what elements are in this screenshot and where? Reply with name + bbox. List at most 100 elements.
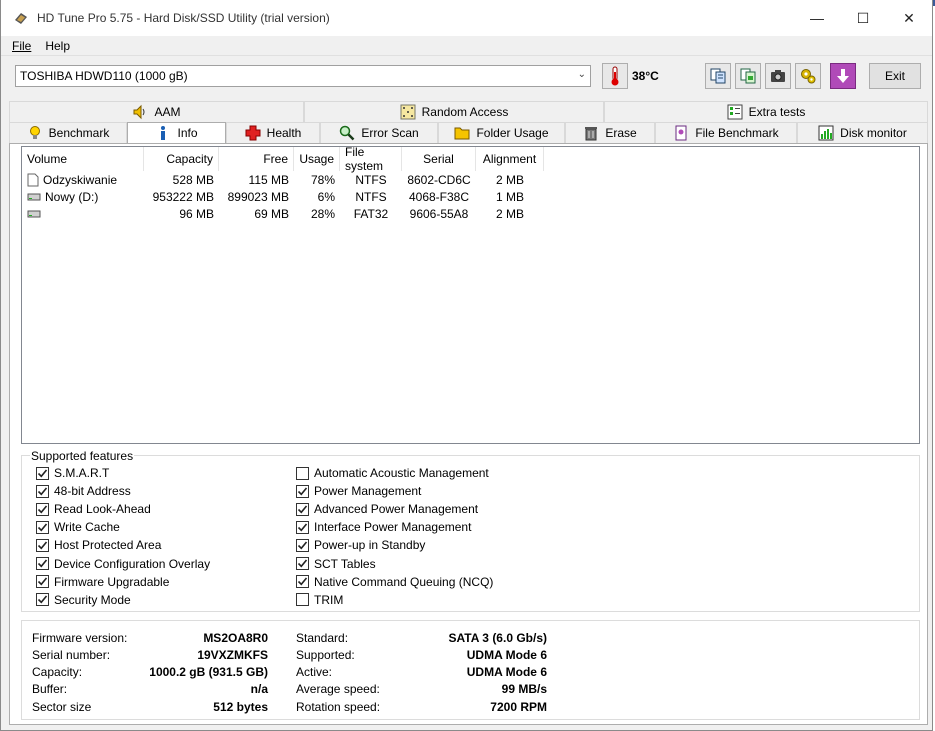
column-header-alignment[interactable]: Alignment: [476, 147, 544, 171]
options-button[interactable]: [795, 63, 821, 89]
info-panel: Volume Capacity Free Usage File system S…: [9, 143, 928, 725]
column-header-serial[interactable]: Serial: [402, 147, 476, 171]
column-header-free[interactable]: Free: [219, 147, 294, 171]
trash-icon: [583, 125, 599, 141]
volume-serial: 9606-55A8: [409, 206, 469, 221]
copy-info-button[interactable]: [705, 63, 731, 89]
save-button[interactable]: [830, 63, 856, 89]
close-button[interactable]: ✕: [886, 0, 932, 36]
file-benchmark-icon: [673, 125, 689, 141]
tab-label: Extra tests: [748, 105, 806, 119]
feature-item: Automatic Acoustic Management: [296, 464, 493, 482]
exit-button[interactable]: Exit: [869, 63, 921, 89]
detail-label: Firmware version:: [32, 630, 128, 645]
feature-label: 48-bit Address: [54, 484, 131, 499]
menu-file[interactable]: File: [5, 39, 38, 53]
volume-name: Nowy (D:): [45, 189, 99, 204]
feature-item: Read Look-Ahead: [36, 500, 210, 518]
drive-icon: [27, 210, 41, 217]
column-header-file-system[interactable]: File system: [340, 145, 402, 173]
detail-label: Sector size: [32, 699, 92, 714]
feature-item: Device Configuration Overlay: [36, 554, 210, 572]
checkbox-checked: [36, 484, 49, 498]
volume-capacity: 96 MB: [179, 206, 214, 221]
volume-file-system: NTFS: [355, 189, 387, 204]
detail-value: 99 MB/s: [501, 681, 547, 696]
feature-item: S.M.A.R.T: [36, 464, 210, 482]
tab-label: Error Scan: [361, 126, 419, 140]
maximize-button[interactable]: ☐: [840, 0, 886, 36]
volume-row[interactable]: 96 MB 69 MB 28% FAT32 9606-55A8 2 MB: [22, 205, 919, 222]
tab-file-benchmark[interactable]: File Benchmark: [655, 122, 797, 143]
tab-info[interactable]: Info: [127, 122, 226, 143]
speaker-icon: [132, 104, 148, 120]
detail-row: Average speed: 99 MB/s: [296, 680, 547, 697]
detail-value: UDMA Mode 6: [466, 647, 547, 662]
tab-disk-monitor[interactable]: Disk monitor: [797, 122, 928, 143]
gears-icon: [801, 69, 816, 84]
detail-value: UDMA Mode 6: [466, 664, 547, 679]
column-header-capacity[interactable]: Capacity: [144, 147, 219, 171]
feature-item: Host Protected Area: [36, 536, 210, 554]
volume-row[interactable]: Odzyskiwanie 528 MB 115 MB 78% NTFS 8602…: [22, 171, 919, 188]
menu-help[interactable]: Help: [38, 39, 77, 53]
drive-icon: [27, 193, 41, 200]
volume-row[interactable]: Nowy (D:) 953222 MB 899023 MB 6% NTFS 40…: [22, 188, 919, 205]
feature-item: Power-up in Standby: [296, 536, 493, 554]
column-header-usage[interactable]: Usage: [294, 147, 340, 171]
tab-error-scan[interactable]: Error Scan: [320, 122, 438, 143]
detail-value: n/a: [250, 681, 268, 696]
tab-label: Disk monitor: [840, 126, 907, 140]
detail-row: Firmware version: MS2OA8R0: [32, 629, 268, 646]
tab-aam[interactable]: AAM: [9, 101, 304, 122]
tab-random-access[interactable]: Random Access: [304, 101, 604, 122]
checklist-icon: [727, 104, 743, 120]
volume-alignment: 1 MB: [495, 189, 524, 204]
download-arrow-icon: [837, 69, 849, 83]
tab-extra-tests[interactable]: Extra tests: [604, 101, 928, 122]
tab-strip: AAM Random Access Extra tests Benchmark …: [9, 101, 928, 143]
screenshot-button[interactable]: [765, 63, 791, 89]
chart-icon: [818, 125, 834, 141]
detail-row: Active: UDMA Mode 6: [296, 663, 547, 680]
temperature-button[interactable]: [602, 63, 628, 89]
feature-label: TRIM: [314, 592, 344, 607]
feature-item: 48-bit Address: [36, 482, 210, 500]
checkbox-checked: [36, 593, 49, 607]
tab-folder-usage[interactable]: Folder Usage: [438, 122, 565, 143]
temperature-value: 38°C: [632, 69, 659, 83]
checkbox-checked: [296, 484, 309, 498]
volume-list[interactable]: Volume Capacity Free Usage File system S…: [21, 145, 920, 444]
app-window: HD Tune Pro 5.75 - Hard Disk/SSD Utility…: [0, 0, 933, 731]
copy-image-button[interactable]: [735, 63, 761, 89]
copy-image-icon: [740, 68, 756, 84]
checkbox-checked: [36, 502, 49, 516]
detail-label: Capacity:: [32, 664, 83, 679]
volume-file-system: FAT32: [353, 206, 389, 221]
feature-label: S.M.A.R.T: [54, 466, 110, 481]
toolbar: TOSHIBA HDWD110 (1000 gB) ⌄ 38°C Exit: [1, 56, 932, 102]
column-header-volume[interactable]: Volume: [22, 147, 144, 171]
drive-select-value: TOSHIBA HDWD110 (1000 gB): [20, 69, 188, 83]
feature-label: Device Configuration Overlay: [54, 556, 211, 571]
volume-usage: 78%: [310, 172, 335, 187]
tab-erase[interactable]: Erase: [565, 122, 655, 143]
detail-label: Serial number:: [32, 647, 111, 662]
tab-row-top: AAM Random Access Extra tests: [9, 101, 928, 122]
volume-usage: 28%: [310, 206, 335, 221]
feature-label: Security Mode: [54, 592, 131, 607]
folder-icon: [454, 125, 470, 141]
tab-health[interactable]: Health: [226, 122, 320, 143]
checkbox-checked: [296, 520, 309, 534]
detail-row: Standard: SATA 3 (6.0 Gb/s): [296, 629, 547, 646]
tab-benchmark[interactable]: Benchmark: [9, 122, 127, 143]
detail-label: Average speed:: [296, 681, 380, 696]
minimize-button[interactable]: —: [794, 0, 840, 36]
checkbox-checked: [36, 557, 49, 571]
detail-label: Buffer:: [32, 681, 68, 696]
drive-select[interactable]: TOSHIBA HDWD110 (1000 gB) ⌄: [15, 65, 591, 87]
checkbox-checked: [296, 502, 309, 516]
features-column-left: S.M.A.R.T 48-bit Address Read Look-Ahead Wr…: [36, 464, 210, 609]
feature-label: Automatic Acoustic Management: [314, 466, 489, 481]
detail-row: Serial number: 19VXZMKFS: [32, 646, 268, 663]
